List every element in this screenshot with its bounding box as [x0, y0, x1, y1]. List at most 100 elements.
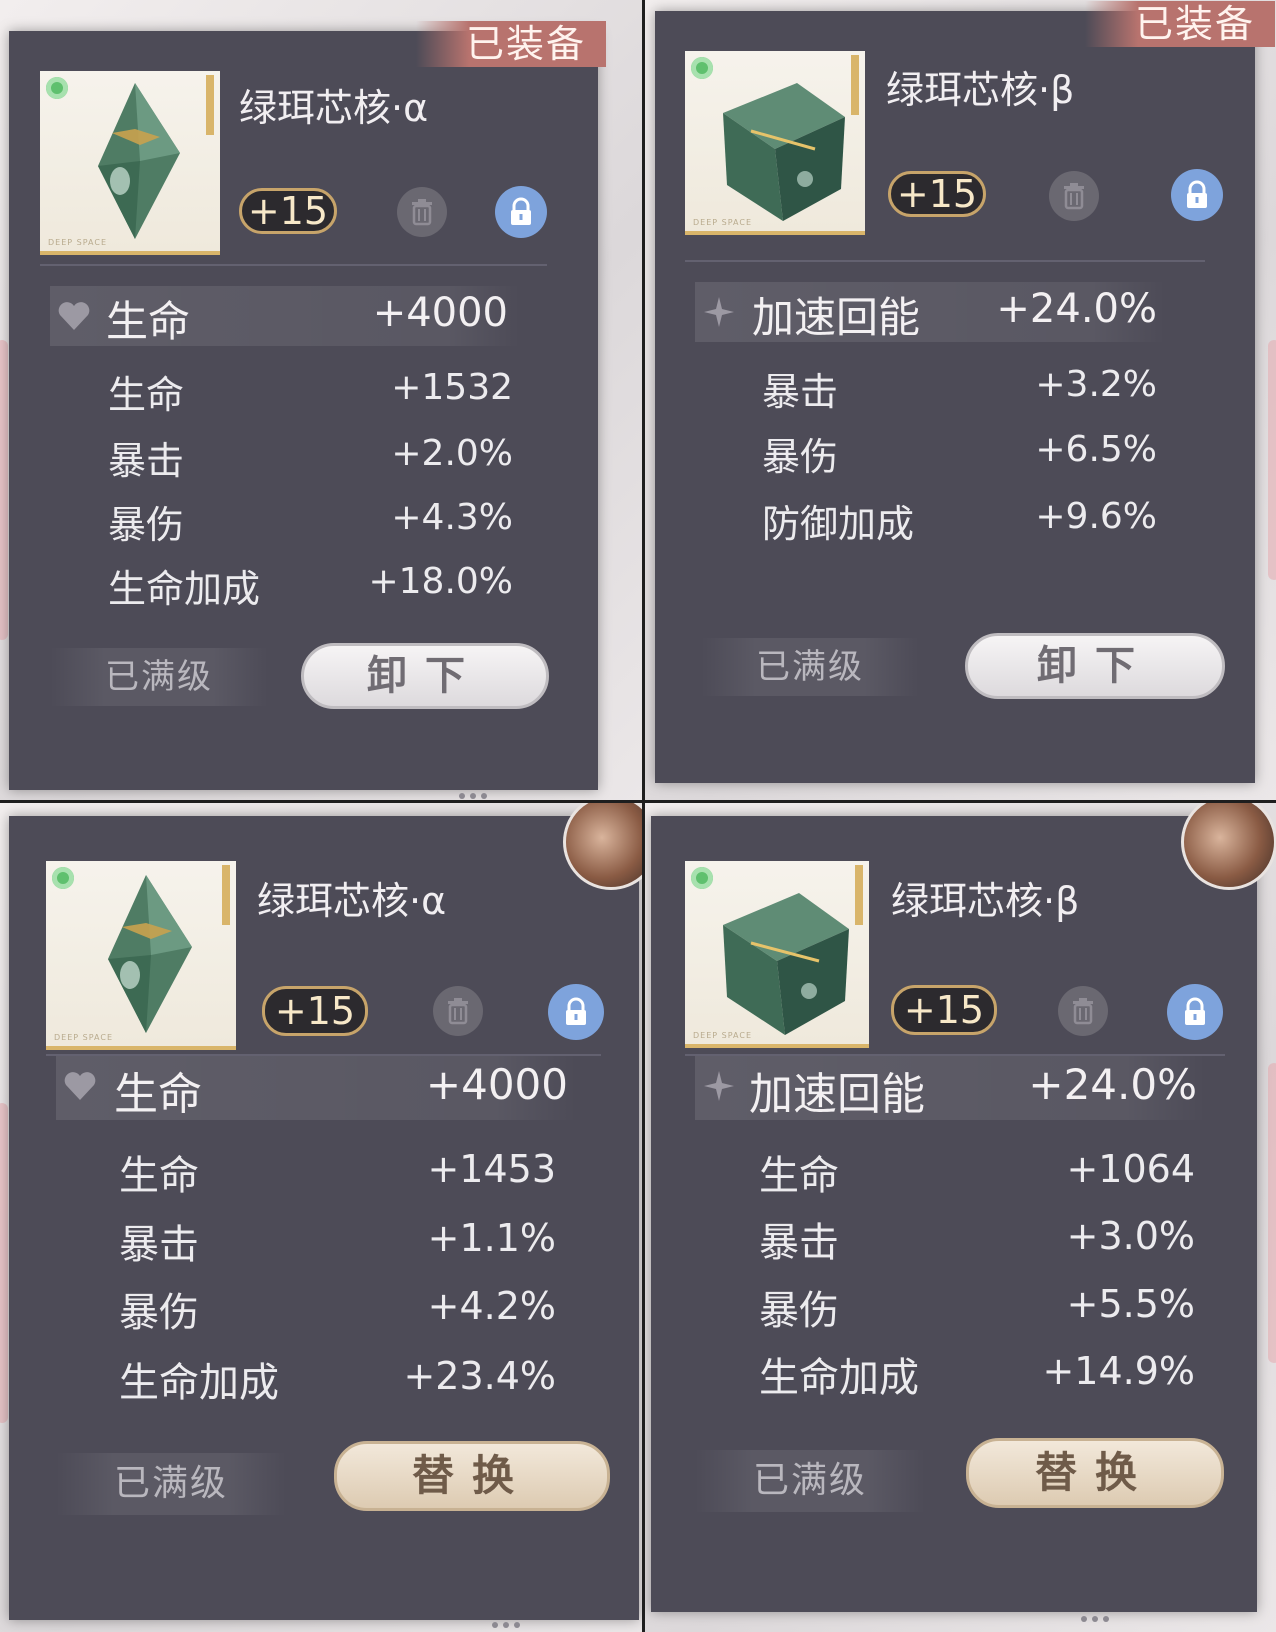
sub-stat-value: +4.2%: [427, 1284, 556, 1328]
sub-stat-value: +23.4%: [403, 1354, 556, 1398]
main-stat-value: +4000: [425, 1060, 568, 1109]
lock-icon: [566, 997, 586, 1025]
brand-mark: DEEP SPACE: [48, 238, 107, 247]
background-accent: [0, 1103, 8, 1423]
trash-button[interactable]: [397, 187, 447, 237]
item-icon-frame[interactable]: DEEP SPACE: [685, 51, 865, 235]
equipment-card: DEEP SPACE 绿珥芯核·α +15 生命 +4000 生命 +1453 …: [9, 803, 642, 1620]
character-avatar[interactable]: [1181, 803, 1276, 890]
equipment-card: 已装备 DEEP SPACE 绿珥芯核·β +15 加速回能 +24.0% 暴击…: [655, 1, 1275, 783]
crystal-icon: [98, 83, 180, 239]
character-avatar[interactable]: [563, 803, 642, 890]
unequip-button[interactable]: 卸下: [301, 643, 549, 709]
main-stat-row: 加速回能 +24.0%: [695, 1056, 1205, 1120]
page-indicator: [459, 793, 489, 799]
sub-stat-value: +3.2%: [1035, 364, 1157, 405]
level-badge: +15: [239, 188, 337, 234]
separator: [685, 260, 1205, 262]
sub-stat-value: +3.0%: [1066, 1214, 1195, 1258]
item-name: 绿珥芯核·β: [886, 68, 1075, 112]
sub-stat-value: +5.5%: [1066, 1282, 1195, 1326]
sub-stat-value: +1532: [391, 367, 513, 408]
main-stat-row: 加速回能 +24.0%: [695, 282, 1165, 342]
background-accent: [1268, 340, 1276, 580]
sub-stat-label: 生命加成: [119, 1360, 279, 1406]
sub-stat-label: 防御加成: [762, 502, 915, 546]
main-stat-label: 生命: [114, 1069, 202, 1120]
cube-icon: [723, 893, 849, 1035]
trash-icon: [412, 199, 432, 226]
panel-top-left: 已装备 DEEP SPACE 绿珥芯核·α +15 生命 +4000 生命 +1…: [0, 0, 642, 800]
main-stat-value: +24.0%: [996, 286, 1157, 332]
page-indicator: [492, 1622, 522, 1628]
lock-button[interactable]: [1167, 984, 1223, 1040]
item-name: 绿珥芯核·α: [257, 879, 447, 923]
sub-stat-value: +18.0%: [368, 561, 513, 602]
lock-button[interactable]: [1171, 169, 1223, 221]
max-level-label: 已满级: [695, 1450, 925, 1512]
equipment-card: 已装备 DEEP SPACE 绿珥芯核·α +15 生命 +4000 生命 +1…: [9, 21, 606, 790]
sparkle-icon: [704, 297, 734, 327]
sub-stat-label: 暴击: [762, 370, 839, 414]
equipped-tag: 已装备: [1085, 1, 1275, 47]
max-level-label: 已满级: [56, 1453, 286, 1515]
sub-stat-label: 生命: [108, 373, 185, 417]
item-icon-frame[interactable]: DEEP SPACE: [46, 861, 236, 1050]
lock-icon: [511, 197, 531, 225]
sub-stat-value: +6.5%: [1035, 429, 1157, 470]
panel-top-right: 已装备 DEEP SPACE 绿珥芯核·β +15 加速回能 +24.0% 暴击…: [645, 0, 1276, 800]
sub-stat-value: +2.0%: [391, 433, 513, 474]
sub-stat-value: +1064: [1066, 1147, 1195, 1191]
item-name: 绿珥芯核·β: [891, 879, 1080, 923]
sub-stat-value: +9.6%: [1035, 496, 1157, 537]
panel-bottom-left: DEEP SPACE 绿珥芯核·α +15 生命 +4000 生命 +1453 …: [0, 803, 642, 1632]
sub-stat-value: +1453: [427, 1147, 556, 1191]
max-level-label: 已满级: [50, 648, 268, 706]
crystal-icon: [108, 875, 192, 1033]
main-stat-label: 生命: [106, 297, 191, 346]
trash-button[interactable]: [433, 986, 483, 1036]
lock-button[interactable]: [548, 984, 604, 1040]
sub-stat-label: 暴伤: [762, 435, 839, 479]
panel-bottom-right: DEEP SPACE 绿珥芯核·β +15 加速回能 +24.0% 生命 +10…: [645, 803, 1276, 1632]
sub-stat-label: 生命: [759, 1153, 839, 1199]
level-badge: +15: [262, 986, 368, 1036]
sub-stat-value: +14.9%: [1042, 1349, 1195, 1393]
brand-mark: DEEP SPACE: [54, 1033, 113, 1042]
sub-stat-label: 暴伤: [759, 1288, 839, 1334]
unequip-button[interactable]: 卸下: [965, 633, 1225, 699]
main-stat-row: 生命 +4000: [50, 286, 520, 346]
trash-icon: [1064, 183, 1084, 210]
trash-button[interactable]: [1058, 986, 1108, 1036]
replace-button[interactable]: 替换: [966, 1438, 1224, 1508]
replace-button[interactable]: 替换: [334, 1441, 610, 1511]
main-stat-row: 生命 +4000: [56, 1056, 576, 1120]
max-level-label: 已满级: [701, 638, 919, 696]
sub-stat-label: 暴击: [119, 1222, 199, 1268]
sub-stat-label: 生命加成: [108, 567, 261, 611]
lock-icon: [1187, 180, 1207, 208]
background-accent: [0, 340, 8, 640]
lock-icon: [1185, 997, 1205, 1025]
main-stat-label: 加速回能: [752, 293, 921, 342]
item-icon-frame[interactable]: DEEP SPACE: [40, 71, 220, 255]
lock-button[interactable]: [495, 186, 547, 238]
grid-divider-horizontal: [0, 800, 1276, 803]
main-stat-value: +24.0%: [1028, 1060, 1197, 1109]
main-stat-value: +4000: [372, 290, 508, 336]
item-icon-frame[interactable]: DEEP SPACE: [685, 861, 869, 1048]
trash-icon: [448, 998, 468, 1025]
brand-mark: DEEP SPACE: [693, 218, 752, 227]
sub-stat-value: +1.1%: [427, 1216, 556, 1260]
sparkle-icon: [704, 1071, 734, 1101]
trash-icon: [1073, 998, 1093, 1025]
level-badge: +15: [891, 985, 997, 1035]
cube-icon: [723, 83, 845, 221]
trash-button[interactable]: [1049, 171, 1099, 221]
sub-stat-label: 生命: [119, 1153, 199, 1199]
separator: [40, 264, 547, 266]
sub-stat-label: 生命加成: [759, 1355, 919, 1401]
sub-stat-value: +4.3%: [391, 497, 513, 538]
level-badge: +15: [888, 171, 986, 217]
item-name: 绿珥芯核·α: [239, 86, 429, 130]
